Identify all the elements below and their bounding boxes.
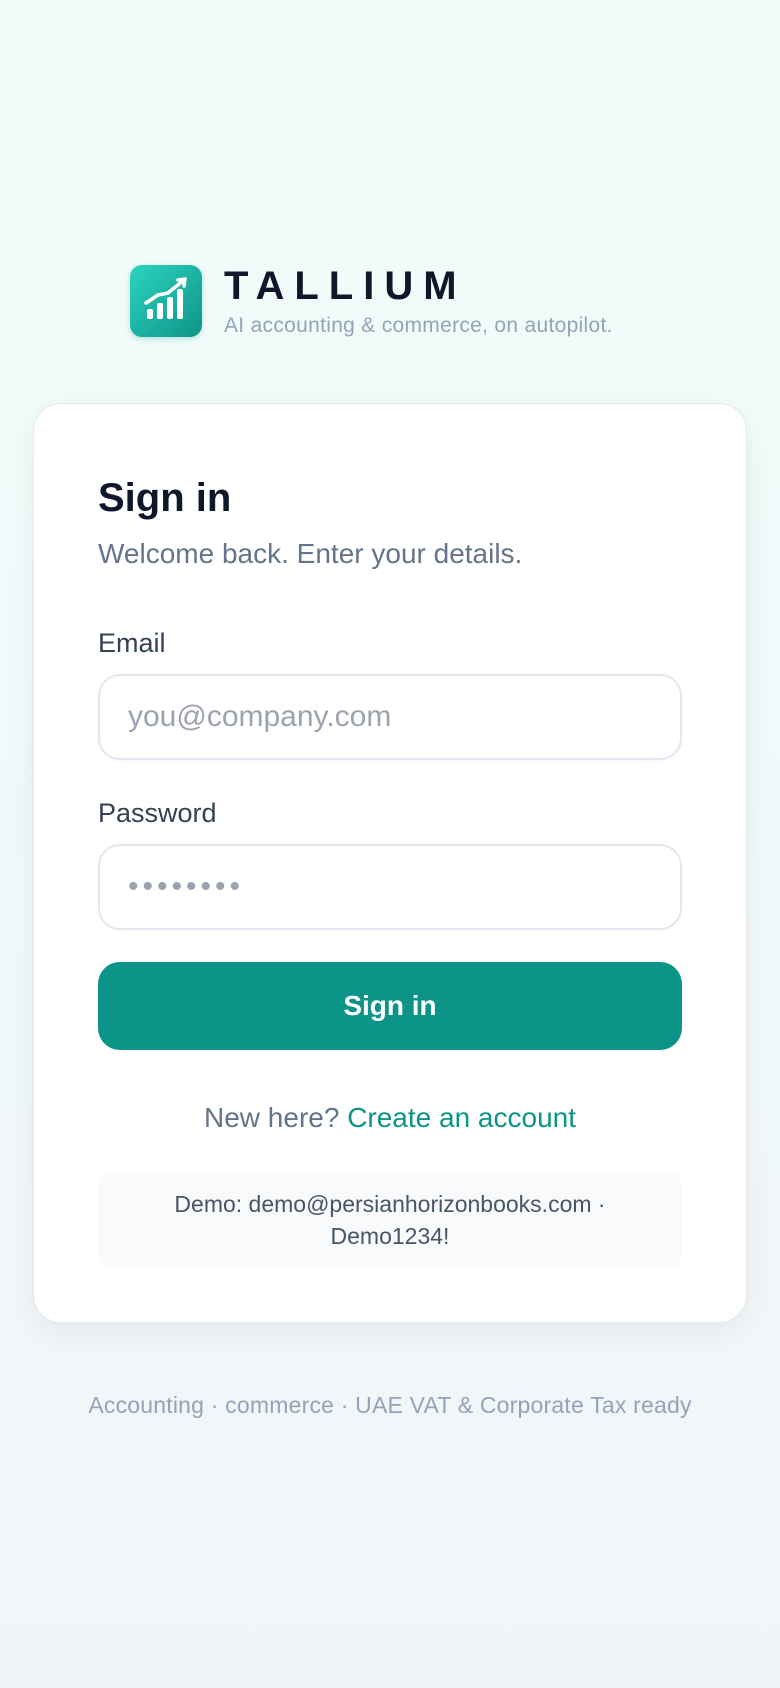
demo-credentials: Demo: demo@persianhorizonbooks.com · Dem… — [98, 1172, 682, 1268]
logo — [130, 265, 202, 337]
email-label: Email — [98, 628, 166, 658]
brand-header: TALLIUM AI accounting & commerce, on aut… — [130, 264, 613, 338]
password-label: Password — [98, 798, 217, 828]
footer-text: Accounting · commerce · UAE VAT & Corpor… — [88, 1392, 692, 1418]
brand-name: TALLIUM — [224, 264, 467, 308]
email-field[interactable] — [98, 674, 682, 760]
register-row: New here? Create an account — [98, 1100, 682, 1136]
trending-up-bars-icon — [138, 271, 194, 332]
register-prompt: New here? — [204, 1102, 340, 1133]
page-title: Sign in — [98, 476, 232, 520]
create-account-link[interactable]: Create an account — [347, 1102, 576, 1133]
page-subtitle: Welcome back. Enter your details. — [98, 538, 523, 569]
signin-card: Sign in Welcome back. Enter your details… — [33, 403, 747, 1323]
brand-tagline: AI accounting & commerce, on autopilot. — [224, 314, 613, 337]
password-field[interactable] — [98, 844, 682, 930]
signin-button[interactable]: Sign in — [98, 962, 682, 1050]
